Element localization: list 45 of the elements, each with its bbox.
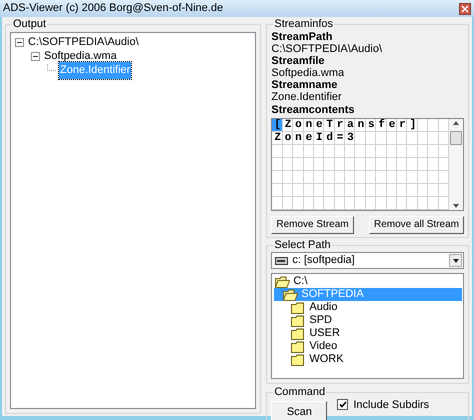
field-label: Streamfile <box>271 55 326 67</box>
folder-icon <box>283 288 298 300</box>
window-title: ADS-Viewer (c) 2006 Borg@Sven-of-Nine.de <box>3 1 224 16</box>
expander-icon[interactable] <box>31 52 40 61</box>
field-label: Streamname <box>271 79 338 91</box>
down-arrow-icon <box>453 204 459 208</box>
drive-value: c: [softpedia] <box>292 253 356 268</box>
close-button[interactable] <box>459 2 471 14</box>
scrollbar[interactable] <box>449 119 463 210</box>
tree-item[interactable]: Softpedia.wma <box>43 48 118 65</box>
group-label: Select Path <box>273 239 332 251</box>
field-label: Streamcontents <box>271 103 356 118</box>
folder-icon <box>291 340 306 352</box>
field-value: C:\SOFTPEDIA\Audio\ <box>271 43 384 55</box>
expander-icon[interactable] <box>15 38 24 47</box>
group-label: Streaminfos <box>273 18 334 30</box>
up-arrow-icon <box>453 121 459 125</box>
folder-item[interactable]: Audio <box>274 301 462 314</box>
folder-item[interactable]: C:\ <box>274 275 462 288</box>
folder-item[interactable]: WORK <box>274 353 462 366</box>
remove-button[interactable]: Remove all Stream <box>368 216 464 234</box>
drive-dropdown[interactable]: c: [softpedia] <box>271 252 464 269</box>
scan-button[interactable]: Scan <box>271 401 328 420</box>
folder-icon <box>291 354 306 366</box>
remove-button[interactable]: Remove Stream <box>271 216 354 234</box>
folder-item[interactable]: USER <box>274 327 462 340</box>
folder-icon <box>291 328 306 340</box>
folder-item[interactable]: Video <box>274 340 462 353</box>
group-label: Output <box>12 18 48 30</box>
close-icon <box>461 4 469 12</box>
checkbox-label: Include Subdirs <box>353 399 430 411</box>
field-value: Softpedia.wma <box>271 67 346 79</box>
folder-item[interactable]: SPD <box>274 314 462 327</box>
tree-item[interactable]: C:\SOFTPEDIA\Audio\ <box>27 34 140 51</box>
folder-icon <box>291 314 306 326</box>
scroll-thumb[interactable] <box>450 131 462 145</box>
caret-icon <box>452 258 458 262</box>
stream-content-line: ZoneId=3 <box>274 132 358 144</box>
checkbox[interactable] <box>337 399 348 410</box>
dropdown-button[interactable] <box>449 254 462 267</box>
drive-icon <box>275 256 288 264</box>
field-label: StreamPath <box>271 31 334 43</box>
field-value: Zone.Identifier <box>271 91 343 103</box>
group-label: Command <box>273 386 326 398</box>
folder-icon <box>275 276 290 288</box>
